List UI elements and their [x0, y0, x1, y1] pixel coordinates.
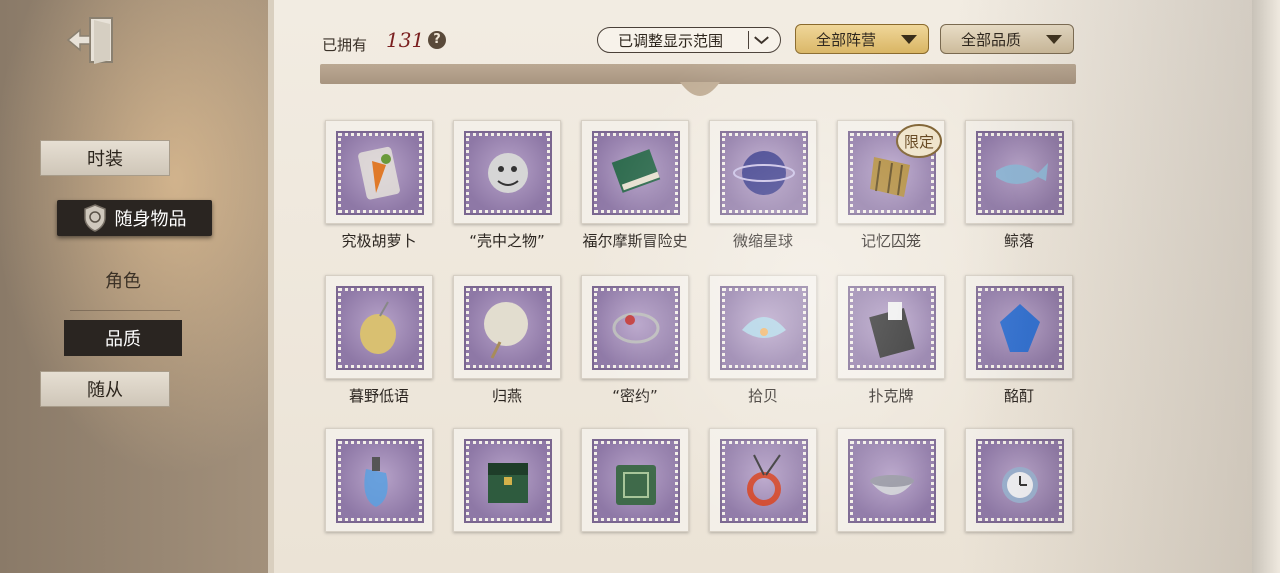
owned-label: 已拥有	[322, 36, 368, 54]
divider-notch	[680, 82, 720, 96]
item-stamp-frame	[837, 428, 945, 532]
item-name: 拾贝	[747, 387, 778, 405]
collection-item[interactable]: “密约”	[581, 275, 693, 425]
collection-item[interactable]	[837, 428, 949, 573]
collection-item[interactable]	[581, 428, 693, 573]
item-name: 记忆囚笼	[860, 232, 921, 250]
tome-icon	[616, 465, 656, 505]
help-icon[interactable]: ?	[428, 31, 446, 49]
bowl-icon	[870, 475, 914, 495]
chest-icon	[488, 463, 528, 503]
item-name: 鲸落	[1003, 232, 1034, 250]
quality-filter-label: 全部品质	[961, 30, 1022, 49]
pendant-icon	[360, 301, 396, 354]
collection-item[interactable]: 福尔摩斯冒险史	[581, 120, 693, 270]
sidebar-item-label: 时装	[87, 149, 123, 170]
range-filter-dropdown[interactable]: 已调整显示范围	[597, 27, 781, 53]
triangle-down-icon	[901, 35, 917, 44]
range-filter-label: 已调整显示范围	[618, 31, 724, 50]
sidebar: 时装 随身物品 角色 品质 随从	[0, 0, 270, 573]
bottle-icon	[364, 457, 388, 507]
collection-item[interactable]: 归燕	[453, 275, 565, 425]
item-stamp-frame	[453, 428, 561, 532]
item-stamp-frame	[325, 428, 433, 532]
collection-item[interactable]: 酩酊	[965, 275, 1077, 425]
collection-item[interactable]: “壳中之物”	[453, 120, 565, 270]
camp-filter-label: 全部阵营	[816, 30, 877, 49]
collection-item[interactable]: 限定记忆囚笼	[837, 120, 949, 270]
cards-icon	[869, 302, 915, 358]
item-name: 微缩星球	[732, 232, 793, 250]
shell-icon	[742, 317, 786, 338]
item-name: 归燕	[491, 387, 522, 405]
shield-icon	[83, 204, 106, 232]
badge-icon: 限定	[896, 124, 942, 158]
exit-icon	[66, 17, 113, 64]
item-stamp-frame	[453, 275, 561, 379]
whale-icon	[996, 163, 1048, 184]
chain-icon	[612, 312, 660, 344]
item-grid: 究极胡萝卜 “壳中之物” 福尔摩斯冒险史 微缩星球 限定 记忆囚笼 鲸落 暮野低语 归燕 “密约”…	[325, 120, 1085, 560]
item-stamp-frame	[965, 428, 1073, 532]
gem-icon	[1000, 304, 1040, 352]
sidebar-item-accessory[interactable]: 随身物品	[57, 200, 212, 236]
watch-icon	[1002, 467, 1038, 503]
item-stamp-frame	[325, 275, 433, 379]
item-stamp-frame	[837, 275, 945, 379]
item-name: 究极胡萝卜	[341, 232, 417, 250]
collection-item[interactable]: 究极胡萝卜	[325, 120, 437, 270]
sidebar-item-label: 随身物品	[114, 209, 187, 230]
quality-filter-dropdown[interactable]: 全部品质	[940, 24, 1074, 54]
fan-icon	[484, 302, 528, 359]
collection-item[interactable]	[325, 428, 437, 573]
sidebar-item-follower[interactable]: 随从	[40, 371, 170, 407]
divider	[70, 310, 180, 311]
item-name: 暮野低语	[348, 387, 409, 405]
item-stamp-frame	[965, 275, 1073, 379]
item-stamp-frame	[581, 275, 689, 379]
panel-edge	[1252, 0, 1280, 573]
item-name: “密约”	[612, 387, 658, 405]
item-name: 福尔摩斯冒险史	[582, 232, 688, 250]
chevron-down-icon	[748, 31, 769, 49]
item-name: 扑克牌	[868, 387, 914, 405]
item-stamp-frame	[453, 120, 561, 224]
book-icon	[611, 149, 661, 193]
item-stamp-frame	[325, 120, 433, 224]
sidebar-item-fashion[interactable]: 时装	[40, 140, 170, 176]
limited-badge: 限定	[896, 123, 942, 159]
item-name: 酩酊	[1003, 387, 1034, 405]
collection-item[interactable]	[965, 428, 1077, 573]
back-button[interactable]	[62, 10, 122, 70]
sidebar-item-quality[interactable]: 品质	[64, 320, 182, 356]
badge-text: 限定	[904, 133, 934, 151]
item-stamp-frame	[965, 120, 1073, 224]
item-name: “壳中之物”	[469, 232, 545, 250]
collection-item[interactable]: 鲸落	[965, 120, 1077, 270]
sidebar-item-label: 角色	[105, 271, 141, 292]
collection-item[interactable]: 暮野低语	[325, 275, 437, 425]
collection-item[interactable]: 拾贝	[709, 275, 821, 425]
item-stamp-frame	[581, 120, 689, 224]
item-stamp-frame	[709, 428, 817, 532]
collection-item[interactable]	[453, 428, 565, 573]
collection-item[interactable]: 扑克牌	[837, 275, 949, 425]
item-stamp-frame	[709, 275, 817, 379]
item-stamp-frame	[581, 428, 689, 532]
sidebar-item-label: 品质	[105, 329, 141, 350]
ring-icon	[747, 454, 781, 506]
creature-icon	[488, 153, 528, 193]
collection-item[interactable]: 微缩星球	[709, 120, 821, 270]
planet-icon	[733, 151, 795, 195]
item-stamp-frame	[709, 120, 817, 224]
item-stamp-frame: 限定	[837, 120, 945, 224]
sidebar-item-label: 随从	[87, 380, 123, 401]
carrot-jar-icon	[358, 146, 400, 200]
collection-item[interactable]	[709, 428, 821, 573]
sidebar-item-role[interactable]: 角色	[60, 262, 186, 298]
camp-filter-dropdown[interactable]: 全部阵营	[795, 24, 929, 54]
triangle-down-icon	[1046, 35, 1062, 44]
header-divider	[320, 64, 1076, 84]
owned-count: 131	[386, 28, 425, 52]
